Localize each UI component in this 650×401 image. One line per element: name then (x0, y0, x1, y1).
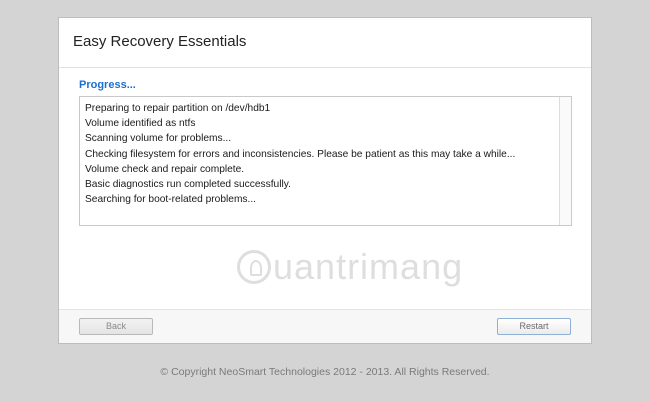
log-line: Searching for boot-related problems... (85, 194, 257, 206)
log-lines: Preparing to repair partition on /dev/hd… (85, 101, 551, 207)
watermark-text: uantrimang (273, 246, 464, 287)
progress-log[interactable]: Preparing to repair partition on /dev/hd… (79, 96, 572, 226)
back-button[interactable]: Back (79, 318, 153, 335)
log-line: Volume identified as ntfs (85, 118, 196, 130)
watermark: uantrimang (237, 246, 463, 288)
log-line: Scanning volume for problems... (85, 133, 232, 145)
log-line: Checking filesystem for errors and incon… (85, 148, 516, 160)
log-line: Basic diagnostics run completed successf… (85, 179, 291, 191)
recovery-window: Easy Recovery Essentials Progress... Pre… (58, 17, 592, 344)
page: Easy Recovery Essentials Progress... Pre… (0, 0, 650, 401)
window-title: Easy Recovery Essentials (73, 33, 247, 50)
copyright-text: © Copyright NeoSmart Technologies 2012 -… (160, 366, 490, 378)
log-line: Volume check and repair complete. (85, 163, 245, 175)
log-scrollbar[interactable] (559, 97, 571, 225)
lightbulb-icon (237, 250, 271, 284)
restart-button[interactable]: Restart (497, 318, 571, 335)
title-bar: Easy Recovery Essentials (59, 18, 591, 68)
progress-label: Progress... (79, 79, 136, 91)
button-bar: Back Restart (59, 309, 591, 343)
log-line: Preparing to repair partition on /dev/hd… (85, 103, 271, 114)
